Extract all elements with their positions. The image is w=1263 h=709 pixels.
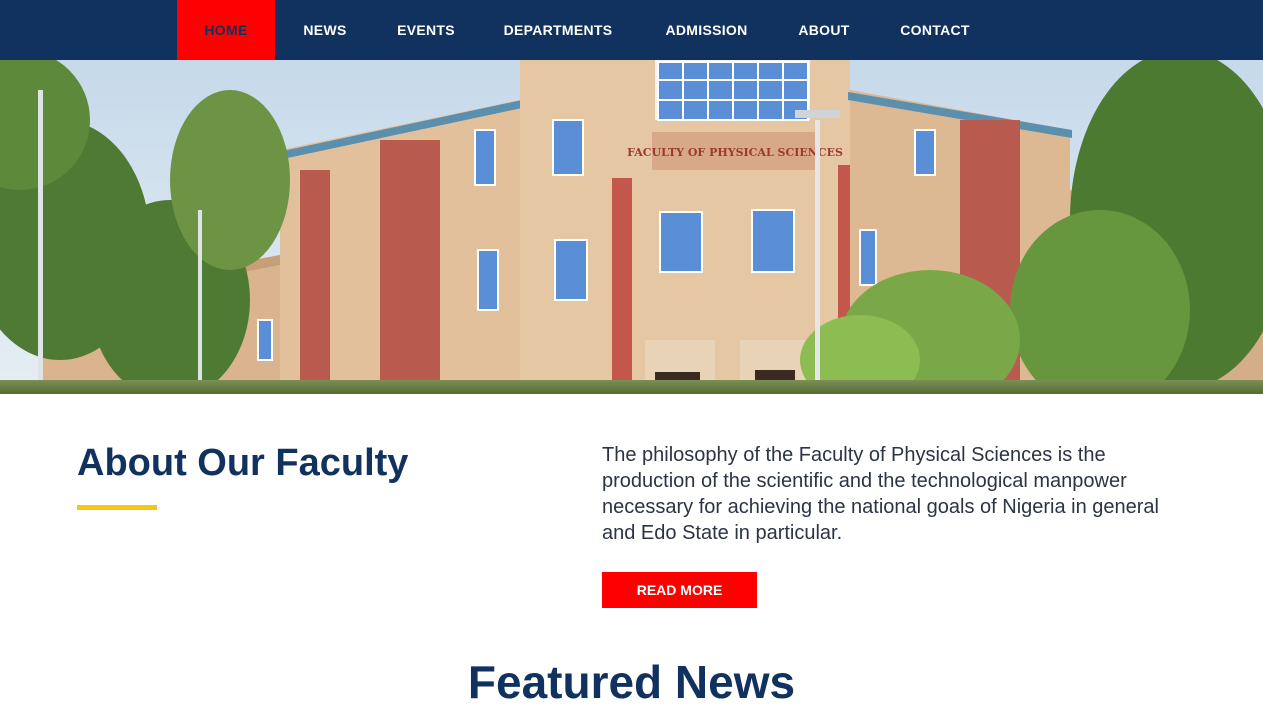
title-underline-divider [77, 505, 157, 510]
about-description: The philosophy of the Faculty of Physica… [602, 444, 1160, 544]
about-section-title: About Our Faculty [77, 442, 409, 484]
hero-banner-image: FACULTY OF PHYSICAL SCIENCES [0, 60, 1263, 394]
read-more-button[interactable]: READ MORE [602, 572, 757, 608]
nav-item-about[interactable]: ABOUT [790, 0, 858, 60]
nav-item-news[interactable]: NEWS [290, 0, 360, 60]
building-sign-text: FACULTY OF PHYSICAL SCIENCES [627, 146, 843, 159]
nav-item-departments[interactable]: DEPARTMENTS [497, 0, 619, 60]
nav-item-contact[interactable]: CONTACT [890, 0, 980, 60]
featured-news-title: Featured News [467, 656, 796, 708]
nav-item-admission[interactable]: ADMISSION [655, 0, 758, 60]
main-navbar: HOME NEWS EVENTS DEPARTMENTS ADMISSION A… [0, 0, 1263, 60]
nav-item-home[interactable]: HOME [177, 0, 275, 60]
nav-item-events[interactable]: EVENTS [386, 0, 466, 60]
